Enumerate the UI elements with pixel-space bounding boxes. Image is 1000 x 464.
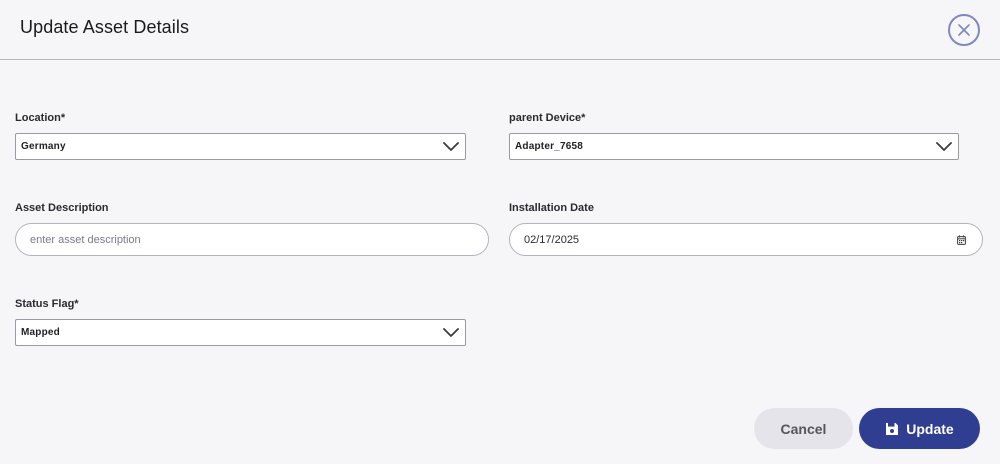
- calendar-icon[interactable]: [957, 235, 966, 245]
- close-icon: [958, 24, 970, 36]
- cancel-button[interactable]: Cancel: [754, 408, 853, 449]
- save-icon: [886, 422, 899, 435]
- status-flag-select[interactable]: Mapped: [15, 319, 466, 346]
- cancel-button-label: Cancel: [780, 420, 827, 437]
- asset-description-input[interactable]: enter asset description: [15, 223, 489, 256]
- location-select[interactable]: Germany: [15, 133, 466, 160]
- status-flag-value: Mapped: [21, 327, 60, 338]
- update-button[interactable]: Update: [859, 408, 980, 449]
- dialog-header: Update Asset Details: [0, 0, 1000, 60]
- location-value: Germany: [21, 141, 66, 152]
- parent-device-select[interactable]: Adapter_7658: [509, 133, 959, 160]
- asset-description-placeholder: enter asset description: [30, 234, 141, 246]
- asset-description-label: Asset Description: [15, 202, 109, 214]
- chevron-down-icon: [936, 142, 952, 151]
- location-label: Location*: [15, 112, 66, 124]
- installation-date-label: Installation Date: [509, 202, 594, 214]
- installation-date-input[interactable]: 02/17/2025: [509, 223, 983, 256]
- chevron-down-icon: [443, 142, 459, 151]
- close-button[interactable]: [948, 14, 980, 46]
- update-asset-dialog: Update Asset Details Location* Germany p…: [0, 0, 1000, 464]
- dialog-title: Update Asset Details: [20, 17, 190, 37]
- parent-device-label: parent Device*: [509, 112, 586, 124]
- update-button-label: Update: [906, 420, 954, 437]
- parent-device-value: Adapter_7658: [515, 141, 583, 152]
- status-flag-label: Status Flag*: [15, 298, 79, 310]
- installation-date-value: 02/17/2025: [524, 234, 580, 246]
- chevron-down-icon: [443, 328, 459, 337]
